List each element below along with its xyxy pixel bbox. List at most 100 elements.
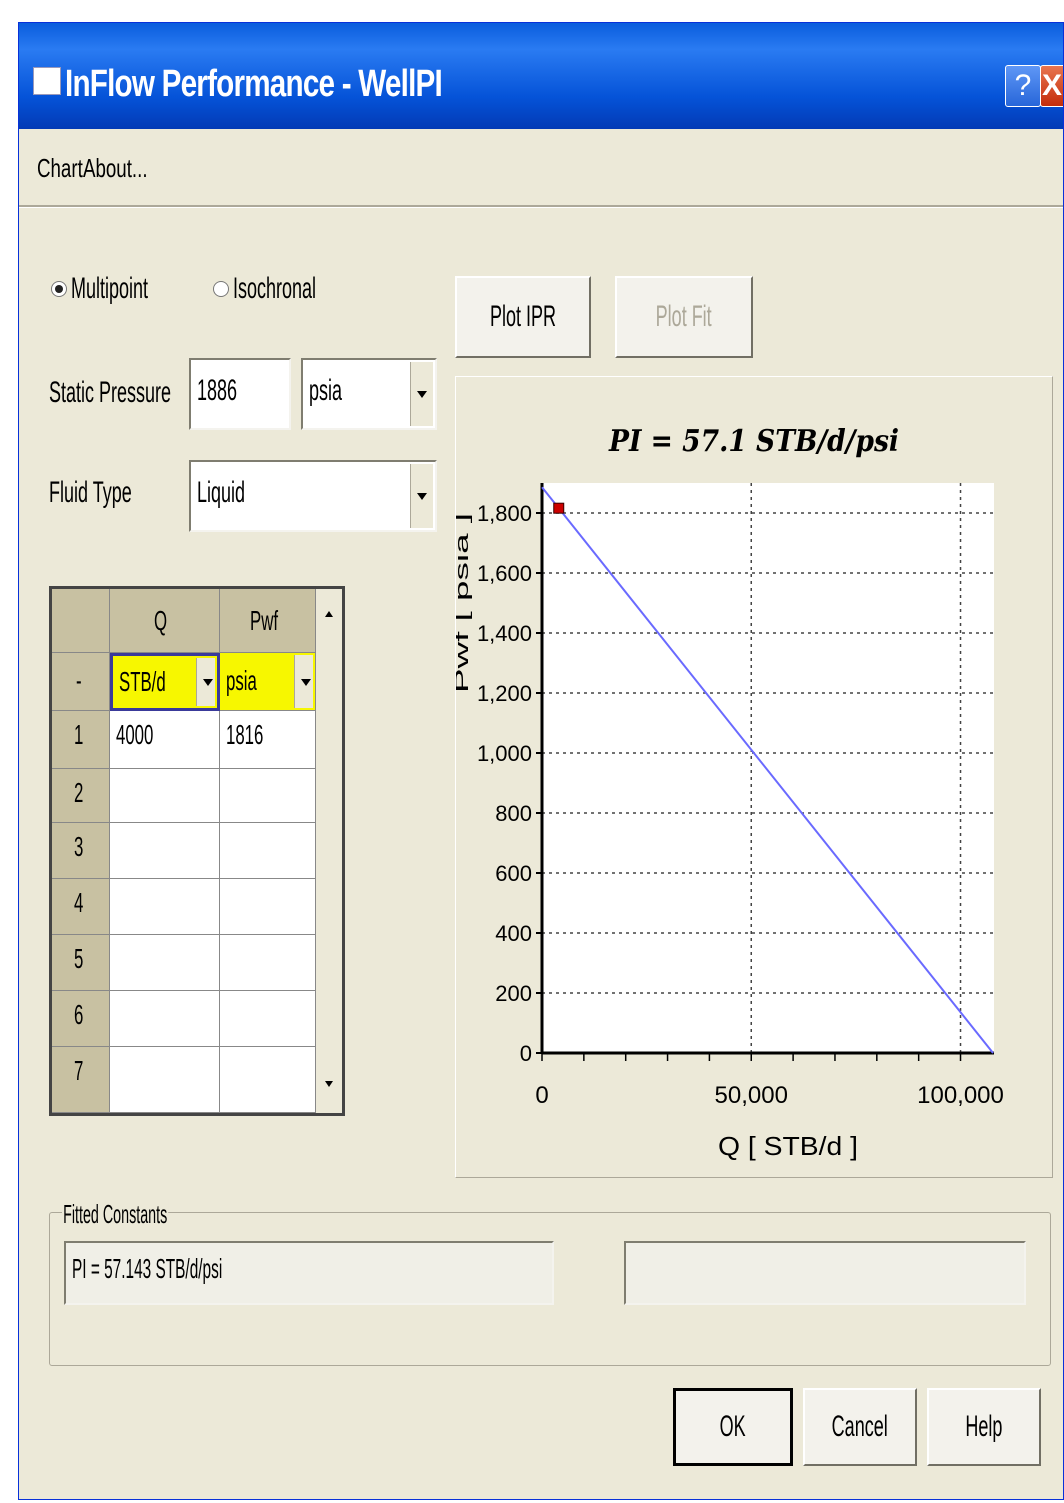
menu-item-about[interactable]: About... [83, 153, 148, 184]
cell-q-1[interactable]: 4000 [110, 711, 220, 769]
fitted-constants-group: Fitted Constants PI = 57.143 STB/d/psi [49, 1199, 1051, 1366]
static-pressure-value: 1886 [197, 374, 238, 407]
q-unit-value: STB/d [119, 666, 166, 697]
row-header-6[interactable]: 6 [52, 991, 110, 1047]
menu-item-chart[interactable]: Chart [37, 153, 83, 184]
unit-row-marker: - [76, 665, 82, 696]
x-axis-label: Q [ STB/d ] [718, 1131, 858, 1161]
y-tick-label: 0 [520, 1041, 532, 1066]
pressure-unit-select[interactable]: psia [301, 358, 437, 430]
test-point-marker [553, 502, 565, 514]
fitted-constants-field[interactable]: PI = 57.143 STB/d/psi [64, 1241, 554, 1305]
cell-q-5[interactable] [110, 935, 220, 991]
plot-ipr-label: Plot IPR [489, 300, 557, 333]
column-header-pwf-label: Pwf [250, 605, 279, 636]
help-button[interactable]: Help [927, 1388, 1041, 1466]
row-header-4[interactable]: 4 [52, 879, 110, 935]
fluid-type-label: Fluid Type [49, 476, 132, 509]
fluid-type-select[interactable]: Liquid [189, 460, 437, 532]
chart-title: PI = 57.1 STB/d/psi [608, 424, 899, 459]
y-axis-label: Pwf [ psia ] [456, 513, 472, 693]
row-number: 6 [74, 999, 84, 1030]
ok-label: OK [719, 1410, 746, 1443]
fitted-constants-field-2[interactable] [624, 1241, 1026, 1305]
column-header-pwf[interactable]: Pwf [220, 589, 316, 653]
scrollbar-arrows [325, 611, 333, 1087]
help-title-button[interactable]: ? [1005, 65, 1041, 107]
row-header-7[interactable]: 7 [52, 1047, 110, 1113]
y-tick-label: 1,400 [477, 621, 532, 646]
row-number: 2 [74, 777, 84, 808]
cancel-button[interactable]: Cancel [803, 1388, 917, 1466]
column-header-q-label: Q [154, 605, 168, 636]
cell-pwf-value: 1816 [226, 719, 264, 750]
y-tick-label: 400 [495, 921, 532, 946]
cell-pwf-6[interactable] [220, 991, 316, 1047]
multipoint-radio[interactable] [51, 281, 67, 297]
plot-fit-label: Plot Fit [655, 300, 712, 333]
chevron-down-icon[interactable] [294, 655, 313, 708]
q-unit-select[interactable]: STB/d [110, 653, 220, 711]
row-number: 3 [74, 831, 84, 862]
plot-area [542, 483, 994, 1053]
chevron-down-icon[interactable] [410, 362, 433, 426]
cell-pwf-4[interactable] [220, 879, 316, 935]
y-tick-label: 1,600 [477, 561, 532, 586]
column-header-q[interactable]: Q [110, 589, 220, 653]
window-title: InFlow Performance - WellPI [65, 63, 443, 105]
fitted-constants-value: PI = 57.143 STB/d/psi [72, 1253, 223, 1284]
cell-pwf-7[interactable] [220, 1047, 316, 1113]
static-pressure-input[interactable]: 1886 [189, 358, 291, 430]
help-label: Help [965, 1410, 1003, 1443]
row-header-1[interactable]: 1 [52, 711, 110, 769]
cell-pwf-2[interactable] [220, 769, 316, 823]
close-button[interactable]: X [1040, 65, 1063, 107]
x-tick-label: 0 [535, 1082, 548, 1109]
pwf-unit-value: psia [226, 665, 257, 696]
y-tick-label: 600 [495, 861, 532, 886]
y-tick-label: 1,800 [477, 501, 532, 526]
isochronal-radio[interactable] [213, 281, 229, 297]
row-header-2[interactable]: 2 [52, 769, 110, 823]
pressure-unit-value: psia [309, 374, 343, 407]
ipr-chart: PI = 57.1 STB/d/psi 0 200 400 600 800 1,000 1,… [452, 424, 1004, 1161]
row-number: 1 [74, 719, 84, 750]
plot-ipr-button[interactable]: Plot IPR [455, 276, 591, 358]
title-bar[interactable]: InFlow Performance - WellPI ? X [19, 23, 1063, 129]
data-grid: Q Pwf - STB/d psia 1 4000 1816 2 3 4 5 6… [49, 586, 345, 1116]
fluid-type-value: Liquid [197, 476, 246, 509]
row-header-3[interactable]: 3 [52, 823, 110, 879]
chevron-down-icon[interactable] [410, 464, 433, 528]
y-tick-label: 200 [495, 981, 532, 1006]
cell-q-value: 4000 [116, 719, 154, 750]
app-icon [33, 67, 61, 95]
dialog-content: Multipoint Isochronal Static Pressure 18… [19, 207, 1063, 1499]
cancel-label: Cancel [831, 1410, 889, 1443]
row-number: 4 [74, 887, 84, 918]
fitted-constants-label: Fitted Constants [62, 1199, 169, 1230]
cell-pwf-1[interactable]: 1816 [220, 711, 316, 769]
isochronal-label[interactable]: Isochronal [233, 272, 316, 306]
menu-bar: Chart About... [19, 129, 1063, 207]
cell-q-2[interactable] [110, 769, 220, 823]
plot-fit-button: Plot Fit [615, 276, 753, 358]
cell-q-4[interactable] [110, 879, 220, 935]
y-tick-label: 800 [495, 801, 532, 826]
y-tick-label: 1,200 [477, 681, 532, 706]
cell-q-6[interactable] [110, 991, 220, 1047]
static-pressure-label: Static Pressure [49, 376, 172, 409]
row-header-5[interactable]: 5 [52, 935, 110, 991]
cell-pwf-3[interactable] [220, 823, 316, 879]
x-tick-label: 50,000 [715, 1082, 788, 1109]
cell-q-7[interactable] [110, 1047, 220, 1113]
y-tick-label: 1,000 [477, 741, 532, 766]
pwf-unit-select[interactable]: psia [220, 653, 316, 711]
grid-scrollbar[interactable] [316, 589, 342, 1113]
multipoint-label[interactable]: Multipoint [71, 272, 148, 306]
grid-corner [52, 589, 110, 653]
chevron-down-icon[interactable] [196, 658, 215, 706]
chart-panel: PI = 57.1 STB/d/psi 0 200 400 600 800 1,000 1,… [452, 376, 1053, 1178]
cell-pwf-5[interactable] [220, 935, 316, 991]
cell-q-3[interactable] [110, 823, 220, 879]
ok-button[interactable]: OK [673, 1388, 793, 1466]
